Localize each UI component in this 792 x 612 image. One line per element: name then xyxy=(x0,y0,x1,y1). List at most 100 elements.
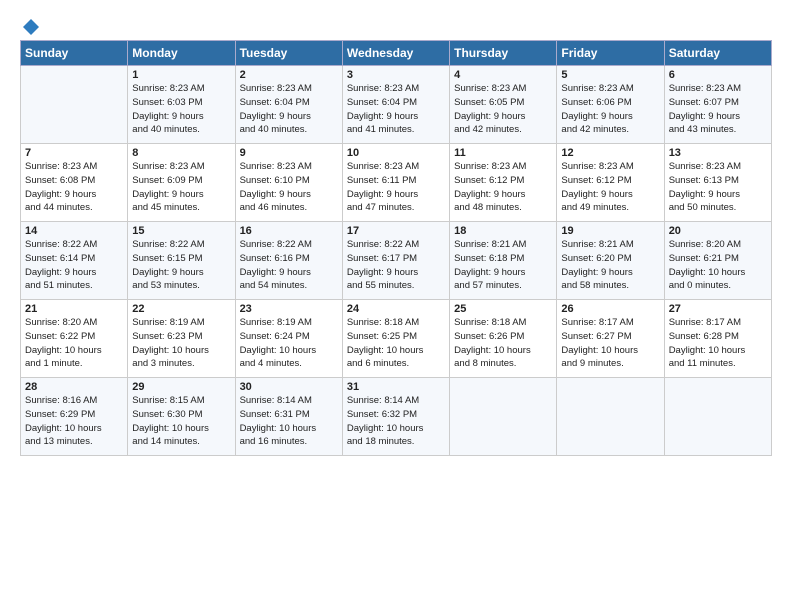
calendar-cell: 7Sunrise: 8:23 AM Sunset: 6:08 PM Daylig… xyxy=(21,144,128,222)
header-day: Tuesday xyxy=(235,41,342,66)
day-info: Sunrise: 8:23 AM Sunset: 6:05 PM Dayligh… xyxy=(454,82,552,137)
calendar-cell: 17Sunrise: 8:22 AM Sunset: 6:17 PM Dayli… xyxy=(342,222,449,300)
day-info: Sunrise: 8:23 AM Sunset: 6:11 PM Dayligh… xyxy=(347,160,445,215)
header-day: Sunday xyxy=(21,41,128,66)
day-info: Sunrise: 8:19 AM Sunset: 6:23 PM Dayligh… xyxy=(132,316,230,371)
day-info: Sunrise: 8:15 AM Sunset: 6:30 PM Dayligh… xyxy=(132,394,230,449)
calendar-cell: 9Sunrise: 8:23 AM Sunset: 6:10 PM Daylig… xyxy=(235,144,342,222)
header-day: Saturday xyxy=(664,41,771,66)
day-number: 23 xyxy=(240,303,338,315)
calendar-cell: 25Sunrise: 8:18 AM Sunset: 6:26 PM Dayli… xyxy=(450,300,557,378)
day-info: Sunrise: 8:23 AM Sunset: 6:13 PM Dayligh… xyxy=(669,160,767,215)
day-number: 27 xyxy=(669,303,767,315)
day-info: Sunrise: 8:20 AM Sunset: 6:22 PM Dayligh… xyxy=(25,316,123,371)
day-info: Sunrise: 8:21 AM Sunset: 6:20 PM Dayligh… xyxy=(561,238,659,293)
calendar-cell: 6Sunrise: 8:23 AM Sunset: 6:07 PM Daylig… xyxy=(664,66,771,144)
calendar-cell: 18Sunrise: 8:21 AM Sunset: 6:18 PM Dayli… xyxy=(450,222,557,300)
calendar-cell: 15Sunrise: 8:22 AM Sunset: 6:15 PM Dayli… xyxy=(128,222,235,300)
header-day: Monday xyxy=(128,41,235,66)
calendar-cell xyxy=(450,378,557,456)
day-info: Sunrise: 8:14 AM Sunset: 6:32 PM Dayligh… xyxy=(347,394,445,449)
calendar-cell: 27Sunrise: 8:17 AM Sunset: 6:28 PM Dayli… xyxy=(664,300,771,378)
day-info: Sunrise: 8:23 AM Sunset: 6:12 PM Dayligh… xyxy=(561,160,659,215)
day-number: 30 xyxy=(240,381,338,393)
calendar-cell: 22Sunrise: 8:19 AM Sunset: 6:23 PM Dayli… xyxy=(128,300,235,378)
calendar-week-row: 7Sunrise: 8:23 AM Sunset: 6:08 PM Daylig… xyxy=(21,144,772,222)
day-info: Sunrise: 8:21 AM Sunset: 6:18 PM Dayligh… xyxy=(454,238,552,293)
day-info: Sunrise: 8:23 AM Sunset: 6:10 PM Dayligh… xyxy=(240,160,338,215)
calendar-week-row: 14Sunrise: 8:22 AM Sunset: 6:14 PM Dayli… xyxy=(21,222,772,300)
day-info: Sunrise: 8:20 AM Sunset: 6:21 PM Dayligh… xyxy=(669,238,767,293)
calendar-cell: 23Sunrise: 8:19 AM Sunset: 6:24 PM Dayli… xyxy=(235,300,342,378)
day-number: 12 xyxy=(561,147,659,159)
day-number: 15 xyxy=(132,225,230,237)
calendar-cell: 28Sunrise: 8:16 AM Sunset: 6:29 PM Dayli… xyxy=(21,378,128,456)
calendar-cell: 16Sunrise: 8:22 AM Sunset: 6:16 PM Dayli… xyxy=(235,222,342,300)
calendar-cell: 31Sunrise: 8:14 AM Sunset: 6:32 PM Dayli… xyxy=(342,378,449,456)
calendar-cell: 10Sunrise: 8:23 AM Sunset: 6:11 PM Dayli… xyxy=(342,144,449,222)
day-number: 3 xyxy=(347,69,445,81)
day-info: Sunrise: 8:22 AM Sunset: 6:14 PM Dayligh… xyxy=(25,238,123,293)
calendar-cell: 26Sunrise: 8:17 AM Sunset: 6:27 PM Dayli… xyxy=(557,300,664,378)
day-number: 9 xyxy=(240,147,338,159)
day-number: 16 xyxy=(240,225,338,237)
day-number: 13 xyxy=(669,147,767,159)
logo-text xyxy=(20,18,40,36)
day-info: Sunrise: 8:19 AM Sunset: 6:24 PM Dayligh… xyxy=(240,316,338,371)
day-number: 20 xyxy=(669,225,767,237)
day-number: 4 xyxy=(454,69,552,81)
day-info: Sunrise: 8:23 AM Sunset: 6:06 PM Dayligh… xyxy=(561,82,659,137)
day-info: Sunrise: 8:14 AM Sunset: 6:31 PM Dayligh… xyxy=(240,394,338,449)
day-number: 7 xyxy=(25,147,123,159)
calendar-cell xyxy=(664,378,771,456)
day-info: Sunrise: 8:23 AM Sunset: 6:09 PM Dayligh… xyxy=(132,160,230,215)
day-number: 17 xyxy=(347,225,445,237)
calendar-cell: 13Sunrise: 8:23 AM Sunset: 6:13 PM Dayli… xyxy=(664,144,771,222)
day-info: Sunrise: 8:22 AM Sunset: 6:16 PM Dayligh… xyxy=(240,238,338,293)
header xyxy=(20,18,772,32)
day-info: Sunrise: 8:23 AM Sunset: 6:04 PM Dayligh… xyxy=(347,82,445,137)
day-info: Sunrise: 8:17 AM Sunset: 6:27 PM Dayligh… xyxy=(561,316,659,371)
day-number: 1 xyxy=(132,69,230,81)
calendar-cell: 3Sunrise: 8:23 AM Sunset: 6:04 PM Daylig… xyxy=(342,66,449,144)
calendar-cell: 2Sunrise: 8:23 AM Sunset: 6:04 PM Daylig… xyxy=(235,66,342,144)
header-day: Friday xyxy=(557,41,664,66)
day-number: 21 xyxy=(25,303,123,315)
day-number: 10 xyxy=(347,147,445,159)
day-info: Sunrise: 8:17 AM Sunset: 6:28 PM Dayligh… xyxy=(669,316,767,371)
day-number: 5 xyxy=(561,69,659,81)
day-info: Sunrise: 8:23 AM Sunset: 6:04 PM Dayligh… xyxy=(240,82,338,137)
calendar-cell: 11Sunrise: 8:23 AM Sunset: 6:12 PM Dayli… xyxy=(450,144,557,222)
day-number: 24 xyxy=(347,303,445,315)
day-info: Sunrise: 8:22 AM Sunset: 6:17 PM Dayligh… xyxy=(347,238,445,293)
calendar-page: SundayMondayTuesdayWednesdayThursdayFrid… xyxy=(0,0,792,612)
day-info: Sunrise: 8:16 AM Sunset: 6:29 PM Dayligh… xyxy=(25,394,123,449)
day-number: 22 xyxy=(132,303,230,315)
day-number: 19 xyxy=(561,225,659,237)
calendar-cell xyxy=(557,378,664,456)
header-day: Thursday xyxy=(450,41,557,66)
day-number: 6 xyxy=(669,69,767,81)
day-info: Sunrise: 8:23 AM Sunset: 6:12 PM Dayligh… xyxy=(454,160,552,215)
calendar-cell: 4Sunrise: 8:23 AM Sunset: 6:05 PM Daylig… xyxy=(450,66,557,144)
logo xyxy=(20,18,40,32)
calendar-week-row: 1Sunrise: 8:23 AM Sunset: 6:03 PM Daylig… xyxy=(21,66,772,144)
calendar-cell: 21Sunrise: 8:20 AM Sunset: 6:22 PM Dayli… xyxy=(21,300,128,378)
day-number: 8 xyxy=(132,147,230,159)
calendar-cell: 20Sunrise: 8:20 AM Sunset: 6:21 PM Dayli… xyxy=(664,222,771,300)
day-number: 28 xyxy=(25,381,123,393)
logo-flag-icon xyxy=(22,18,40,36)
day-number: 31 xyxy=(347,381,445,393)
calendar-cell: 30Sunrise: 8:14 AM Sunset: 6:31 PM Dayli… xyxy=(235,378,342,456)
day-number: 25 xyxy=(454,303,552,315)
day-info: Sunrise: 8:23 AM Sunset: 6:08 PM Dayligh… xyxy=(25,160,123,215)
day-number: 11 xyxy=(454,147,552,159)
day-info: Sunrise: 8:18 AM Sunset: 6:26 PM Dayligh… xyxy=(454,316,552,371)
header-row: SundayMondayTuesdayWednesdayThursdayFrid… xyxy=(21,41,772,66)
calendar-week-row: 28Sunrise: 8:16 AM Sunset: 6:29 PM Dayli… xyxy=(21,378,772,456)
calendar-cell: 29Sunrise: 8:15 AM Sunset: 6:30 PM Dayli… xyxy=(128,378,235,456)
header-day: Wednesday xyxy=(342,41,449,66)
calendar-table: SundayMondayTuesdayWednesdayThursdayFrid… xyxy=(20,40,772,456)
calendar-cell xyxy=(21,66,128,144)
calendar-week-row: 21Sunrise: 8:20 AM Sunset: 6:22 PM Dayli… xyxy=(21,300,772,378)
